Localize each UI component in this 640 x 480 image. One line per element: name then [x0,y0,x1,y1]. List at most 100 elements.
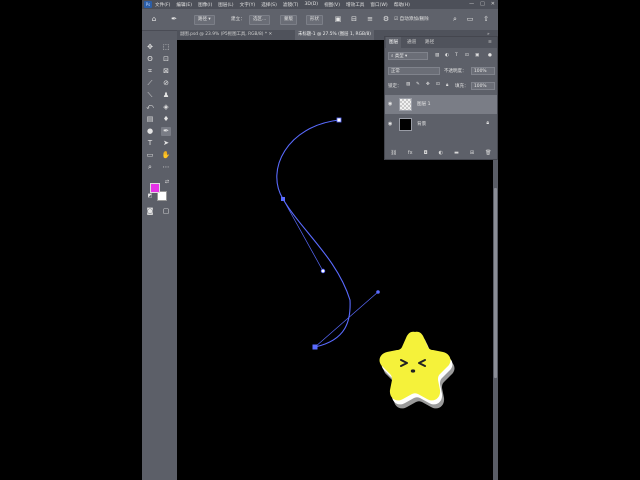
new-group-icon[interactable]: ▬ [454,150,459,156]
maximize-button[interactable]: □ [480,1,485,7]
visibility-eye-icon[interactable]: ◉ [388,101,392,107]
search-icon[interactable]: ⌕ [451,15,459,23]
shape-button[interactable]: 形状 [306,15,323,25]
path-alignment-icon[interactable]: ⊟ [350,15,358,23]
visibility-eye-icon[interactable]: ◉ [388,121,392,127]
filter-type-icon[interactable]: T [455,53,458,58]
screen-mode-icon[interactable]: ▢ [161,207,171,216]
swap-colors-icon[interactable]: ⇄ [162,178,172,187]
lock-image-icon[interactable]: ✎ [416,82,420,87]
more-tools-icon[interactable]: ⋯ [161,163,171,172]
blend-mode-select[interactable]: 正常 [388,67,440,75]
tool-mode-select[interactable]: 路径 ▾ [194,15,215,25]
pen-tool-preset-icon[interactable]: ✒ [170,15,178,23]
filter-smart-object-icon[interactable]: ▣ [475,53,479,58]
eyedropper-tool-icon[interactable]: ⟋ [145,79,155,88]
filter-toggle-icon[interactable]: ● [488,53,492,58]
tab-channels[interactable]: 通道 [404,37,419,48]
zoom-tool-icon[interactable]: ⌕ [145,163,155,172]
lock-all-icon[interactable]: 🔒︎ [446,82,448,88]
gear-icon[interactable]: ⚙ [382,15,390,23]
layer-row-layer-1[interactable]: ◉ 图层 1 [385,95,497,114]
default-colors-icon[interactable]: ◩ [145,192,155,201]
lock-position-icon[interactable]: ✥ [426,82,430,87]
filter-adjustment-icon[interactable]: ◐ [445,53,449,58]
adjustment-layer-icon[interactable]: ◐ [439,150,443,156]
menu-filter[interactable]: 滤镜(T) [283,2,299,8]
menu-edit[interactable]: 编辑(E) [176,2,192,8]
brush-tool-icon[interactable]: ⟍ [145,91,155,100]
quick-mask-icon[interactable]: ◙ [145,207,155,216]
delete-layer-icon[interactable]: 🗑︎ [485,150,491,156]
anchor-point[interactable] [281,197,285,201]
path-selection-tool-icon[interactable]: ➤ [161,139,171,148]
tab-document-2[interactable]: 未标题-1 @ 27.5% (图层 1, RGB/8) [295,30,375,40]
menu-layer[interactable]: 图层(L) [218,2,233,8]
menu-image[interactable]: 图像(I) [198,2,212,8]
move-tool-icon[interactable]: ✥ [145,43,155,52]
pen-tool-icon[interactable]: ✒ [161,127,171,136]
tab-document-1[interactable]: 副图.psd @ 23.9% (P5抠图工具, RGB/8) * ✕ [177,30,275,40]
share-icon[interactable]: ⇧ [482,15,490,23]
scrollbar-thumb[interactable] [494,188,497,378]
home-icon[interactable]: ⌂ [150,15,158,23]
lock-artboard-icon[interactable]: ⊡ [436,82,440,87]
crop-tool-icon[interactable]: ⌗ [145,67,155,76]
menu-3d[interactable]: 3D(D) [304,2,318,7]
rectangle-tool-icon[interactable]: ▭ [145,151,155,160]
blur-tool-icon[interactable]: ♦ [161,115,171,124]
menu-select[interactable]: 选择(S) [261,2,277,8]
healing-brush-tool-icon[interactable]: ⊘ [161,79,171,88]
anchor-point[interactable] [336,117,342,123]
fill-field[interactable]: 100% [471,82,495,90]
history-brush-tool-icon[interactable]: ⤺ [145,103,155,112]
add-mask-icon[interactable]: ◘ [424,150,428,156]
lasso-tool-icon[interactable]: ʘ [145,55,155,64]
workspace-icon[interactable]: ▭ [466,15,474,23]
opacity-label: 不透明度： [444,69,467,74]
bezier-path[interactable] [276,119,351,348]
new-layer-icon[interactable]: ⊞ [470,150,474,156]
hand-tool-icon[interactable]: ✋ [161,151,171,160]
link-layers-icon[interactable]: ⛓ [391,150,397,156]
layer-name[interactable]: 图层 1 [417,101,431,107]
handle-point[interactable] [376,290,380,294]
menu-help[interactable]: 帮助(H) [394,2,410,8]
tab-layers[interactable]: 图层 [386,37,402,48]
clone-stamp-tool-icon[interactable]: ♟ [161,91,171,100]
layers-panel: 图层 通道 路径 ≡ ⌕ 类型 ▾ ▧ ◐ T ⊡ ▣ ● 正常 不透明度： 1… [384,36,498,160]
lock-icon: 🔒︎ [486,120,489,126]
layer-name[interactable]: 背景 [417,121,426,127]
layer-row-background[interactable]: ◉ 背景 🔒︎ [385,115,497,134]
menu-type[interactable]: 文字(Y) [240,2,256,8]
object-select-tool-icon[interactable]: ⊡ [161,55,171,64]
close-button[interactable]: ✕ [491,1,495,7]
mask-button[interactable]: 蒙版 [280,15,297,25]
tab-paths[interactable]: 路径 [422,37,437,48]
fx-icon[interactable]: fx [408,150,413,156]
menu-view[interactable]: 视图(V) [324,2,340,8]
layer-filter-select[interactable]: ⌕ 类型 ▾ [388,52,428,60]
lock-transparent-icon[interactable]: ▨ [406,82,410,87]
foreground-color-swatch[interactable] [150,183,160,193]
eraser-tool-icon[interactable]: ◈ [161,103,171,112]
minimize-button[interactable]: — [469,1,474,7]
filter-shape-icon[interactable]: ⊡ [465,53,469,58]
marquee-tool-icon[interactable]: ⬚ [161,43,171,52]
dodge-tool-icon[interactable]: ● [145,127,155,136]
frame-tool-icon[interactable]: ⊠ [161,67,171,76]
gradient-tool-icon[interactable]: ▤ [145,115,155,124]
type-tool-icon[interactable]: T [145,139,155,148]
selection-button[interactable]: 选区... [249,15,271,25]
menu-file[interactable]: 文件(F) [155,2,170,8]
path-arrangement-icon[interactable]: ≡ [366,15,374,23]
path-operations-icon[interactable]: ▣ [334,15,342,23]
filter-pixel-icon[interactable]: ▧ [435,53,439,58]
menu-window[interactable]: 窗口(W) [370,2,387,8]
handle-point[interactable] [320,268,326,274]
auto-add-delete-checkbox[interactable]: ☑ 自动添加/删除 [394,16,429,22]
anchor-point-selected[interactable] [312,344,318,350]
menu-plugins[interactable]: 增效工具 [346,2,364,8]
panel-menu-icon[interactable]: ≡ [485,37,495,48]
opacity-field[interactable]: 100% [471,67,495,75]
